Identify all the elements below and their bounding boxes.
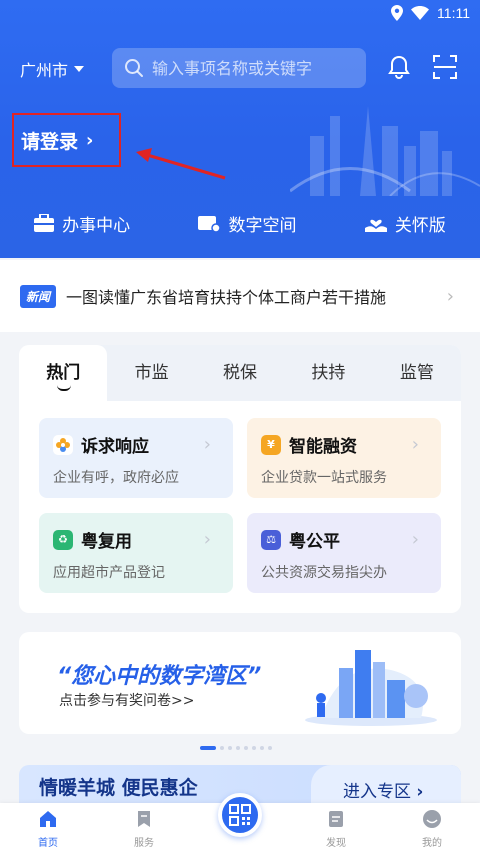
user-icon	[423, 810, 441, 828]
banner-subtitle: 点击参与有奖问卷>>	[59, 693, 195, 709]
care-hand-icon	[364, 219, 387, 232]
quick-nav-label: 关怀版	[394, 215, 446, 236]
service-title: 诉求响应	[81, 437, 149, 457]
nav-label: 首页	[38, 838, 58, 849]
nav-service[interactable]: 服务	[114, 809, 174, 849]
location-icon	[391, 5, 404, 21]
search-box[interactable]	[112, 48, 366, 88]
news-ticker[interactable]: 新闻 一图读懂广东省培育扶持个体工商户若干措施 ›	[0, 260, 480, 332]
nav-mine[interactable]: 我的	[402, 809, 462, 849]
carousel-dot	[252, 746, 256, 750]
carousel-dot	[244, 746, 248, 750]
city-buildings-illustration	[305, 650, 437, 726]
survey-banner[interactable]: “您心中的数字湾区” 点击参与有奖问卷>>	[19, 632, 461, 734]
service-title: 智能融资	[289, 437, 357, 457]
home-icon	[40, 811, 56, 827]
carousel-dot-active	[200, 746, 216, 750]
service-desc: 企业有呼，政府必应	[53, 470, 179, 486]
scan-code-button[interactable]	[218, 793, 262, 837]
service-card-fair[interactable]: ⚖ 粤公平 公共资源交易指尖办 ›	[247, 513, 441, 593]
carousel-indicator	[200, 746, 272, 750]
chevron-right-icon: ›	[203, 529, 211, 550]
service-desc: 应用超市产品登记	[53, 565, 165, 581]
enter-zone-label: 进入专区	[343, 782, 411, 802]
carousel-dot	[260, 746, 264, 750]
quick-nav-item[interactable]: 关怀版	[364, 211, 446, 236]
chevron-right-icon: ›	[411, 434, 419, 455]
nav-label: 服务	[134, 838, 154, 849]
bell-icon[interactable]	[386, 54, 412, 80]
nav-label: 我的	[422, 838, 442, 849]
service-title: 粤公平	[289, 532, 340, 552]
tab-label: 监管	[399, 363, 434, 383]
login-button[interactable]: 请登录 ›	[12, 113, 121, 167]
service-card-appeal[interactable]: 诉求响应 企业有呼，政府必应 ›	[39, 418, 233, 498]
tab-label: 热门	[46, 363, 81, 383]
tab-hot[interactable]: 热门	[19, 345, 108, 401]
quick-nav-item[interactable]: 办事中心	[34, 211, 130, 236]
city-selector[interactable]: 广州市	[20, 57, 85, 81]
city-label: 广州市	[20, 61, 69, 80]
tab-market-supervision[interactable]: 市监	[107, 345, 195, 401]
news-badge: 新闻	[20, 284, 57, 308]
news-text: 一图读懂广东省培育扶持个体工商户若干措施	[66, 288, 387, 307]
scan-icon[interactable]	[432, 54, 458, 80]
chevron-right-icon: ›	[411, 529, 419, 550]
tab-regulation[interactable]: 监管	[373, 345, 461, 401]
tab-label: 税保	[223, 363, 258, 383]
carousel-dot	[236, 746, 240, 750]
quick-nav-label: 办事中心	[62, 215, 131, 236]
recycle-icon: ♻	[53, 529, 73, 550]
yen-icon: ¥	[261, 434, 281, 455]
nav-label: 发现	[326, 838, 346, 849]
flower-icon	[53, 434, 73, 455]
discover-icon	[329, 811, 343, 827]
scale-icon: ⚖	[261, 529, 281, 550]
quick-nav: 办事中心 数字空间 关怀版	[0, 192, 480, 254]
login-label: 请登录	[21, 130, 79, 153]
service-card-finance[interactable]: ¥ 智能融资 企业贷款一站式服务 ›	[247, 418, 441, 498]
chevron-right-icon: ›	[416, 782, 424, 802]
carousel-dot	[268, 746, 272, 750]
caret-down-icon	[74, 66, 85, 72]
annotation-arrow	[136, 148, 226, 180]
status-bar: 11:11	[0, 0, 480, 28]
service-title: 粤复用	[81, 532, 132, 552]
carousel-dot	[220, 746, 224, 750]
nav-discover[interactable]: 发现	[306, 809, 366, 849]
briefcase-icon	[34, 214, 55, 232]
service-card-reuse[interactable]: ♻ 粤复用 应用超市产品登记 ›	[39, 513, 233, 593]
carousel-dot	[228, 746, 232, 750]
search-icon	[125, 59, 143, 77]
tab-support[interactable]: 扶持	[284, 345, 372, 401]
tab-label: 扶持	[311, 363, 346, 383]
service-tabs-card: 热门 市监 税保 扶持 监管 诉求响应 企业有呼，政府必应 › ¥ 智能融资 企…	[19, 345, 461, 613]
banner-title: “您心中的数字湾区”	[57, 664, 262, 689]
tab-label: 市监	[134, 363, 169, 383]
wifi-icon	[411, 6, 430, 20]
quick-nav-item[interactable]: 数字空间	[198, 211, 296, 236]
service-desc: 企业贷款一站式服务	[261, 470, 387, 486]
nav-home[interactable]: 首页	[18, 809, 78, 849]
chevron-right-icon: ›	[446, 285, 454, 307]
promo-title: 情暖羊城 便民惠企	[39, 777, 198, 799]
tab-smile-indicator	[57, 385, 71, 391]
quick-nav-label: 数字空间	[228, 215, 297, 236]
service-desc: 公共资源交易指尖办	[261, 565, 387, 581]
top-bar: 广州市	[0, 46, 480, 90]
qr-code-icon	[229, 804, 251, 826]
bookmark-icon	[138, 811, 150, 827]
header: 11:11 广州市 请登录 ›	[0, 0, 480, 258]
city-skyline-illustration	[290, 106, 480, 196]
chevron-right-icon: ›	[86, 129, 94, 151]
chevron-right-icon: ›	[203, 434, 211, 455]
folder-icon	[198, 216, 221, 232]
tab-tax-insurance[interactable]: 税保	[196, 345, 284, 401]
tab-bar: 热门 市监 税保 扶持 监管	[19, 345, 461, 401]
search-input[interactable]	[152, 58, 352, 78]
status-time: 11:11	[437, 5, 470, 21]
